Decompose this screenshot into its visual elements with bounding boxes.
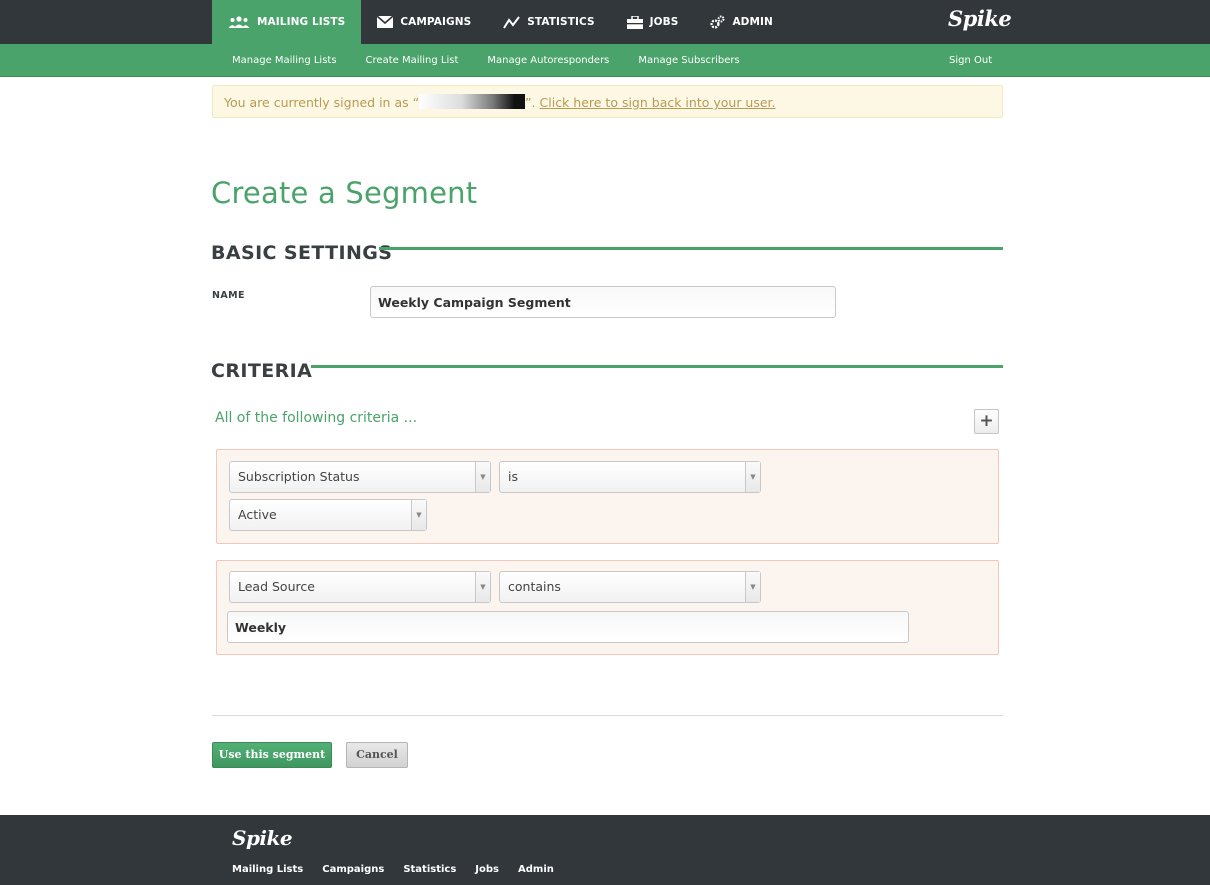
subnav-manage-subscribers[interactable]: Manage Subscribers [638, 55, 739, 66]
notice-prefix: You are currently signed in as “ [224, 95, 420, 110]
criterion-field-select[interactable]: Lead Source ▼ [229, 571, 491, 603]
chevron-down-icon: ▼ [475, 572, 490, 602]
redacted-username [419, 94, 526, 109]
select-value: contains [508, 579, 561, 594]
name-label: NAME [212, 290, 245, 301]
criterion-value-select[interactable]: Active ▼ [229, 499, 427, 531]
footer-link-mailing-lists[interactable]: Mailing Lists [232, 864, 303, 875]
nav-jobs[interactable]: JOBS [611, 0, 695, 44]
criteria-heading: CRITERIA [211, 360, 313, 382]
select-value: is [508, 469, 518, 484]
criterion-operator-select[interactable]: contains ▼ [499, 571, 761, 603]
footer: Spike Mailing Lists Campaigns Statistics… [0, 815, 1210, 885]
chevron-down-icon: ▼ [745, 462, 760, 492]
footer-link-statistics[interactable]: Statistics [403, 864, 456, 875]
sub-nav: Manage Mailing Lists Create Mailing List… [232, 44, 769, 77]
top-navbar: MAILING LISTS CAMPAIGNS STATISTICS JOBS [0, 0, 1210, 44]
footer-link-jobs[interactable]: Jobs [475, 864, 499, 875]
section-divider [379, 247, 1003, 250]
briefcase-icon [626, 15, 643, 29]
sign-out-link[interactable]: Sign Out [949, 55, 992, 66]
add-criterion-button[interactable]: + [974, 409, 999, 434]
select-value: Lead Source [238, 579, 315, 594]
nav-label: ADMIN [732, 16, 773, 28]
criterion-row: Subscription Status ▼ is ▼ Active ▼ [216, 449, 999, 544]
select-value: Subscription Status [238, 469, 360, 484]
gears-icon [710, 15, 725, 29]
nav-campaigns[interactable]: CAMPAIGNS [361, 0, 487, 44]
nav-label: MAILING LISTS [257, 16, 346, 28]
main-nav: MAILING LISTS CAMPAIGNS STATISTICS JOBS [212, 0, 789, 44]
nav-label: JOBS [649, 16, 679, 28]
subnav-manage-autoresponders[interactable]: Manage Autoresponders [487, 55, 609, 66]
nav-mailing-lists[interactable]: MAILING LISTS [212, 0, 362, 44]
chevron-down-icon: ▼ [745, 572, 760, 602]
sign-back-in-link[interactable]: Click here to sign back into your user. [540, 95, 776, 110]
subnav-manage-mailing-lists[interactable]: Manage Mailing Lists [232, 55, 337, 66]
footer-nav: Mailing Lists Campaigns Statistics Jobs … [232, 864, 573, 875]
nav-label: CAMPAIGNS [400, 16, 472, 28]
nav-admin[interactable]: ADMIN [694, 0, 789, 44]
logo[interactable]: Spike [948, 6, 1012, 31]
select-value: Active [238, 507, 277, 522]
cancel-button[interactable]: Cancel [346, 742, 408, 768]
chevron-down-icon: ▼ [411, 500, 426, 530]
notice-suffix: ”. [525, 95, 540, 110]
criteria-intro: All of the following criteria ... [215, 410, 418, 426]
basic-settings-heading: BASIC SETTINGS [211, 242, 393, 264]
sub-navbar: Manage Mailing Lists Create Mailing List… [0, 44, 1210, 77]
criterion-row: Lead Source ▼ contains ▼ [216, 560, 999, 655]
subnav-create-mailing-list[interactable]: Create Mailing List [366, 55, 459, 66]
signed-in-notice: You are currently signed in as “ ”. Click… [212, 85, 1003, 118]
nav-label: STATISTICS [527, 16, 595, 28]
criterion-value-input[interactable] [227, 611, 909, 643]
nav-statistics[interactable]: STATISTICS [487, 0, 610, 44]
footer-logo[interactable]: Spike [232, 826, 293, 850]
criterion-field-select[interactable]: Subscription Status ▼ [229, 461, 491, 493]
footer-link-campaigns[interactable]: Campaigns [322, 864, 384, 875]
chart-line-icon [503, 15, 521, 29]
chevron-down-icon: ▼ [475, 462, 490, 492]
criterion-operator-select[interactable]: is ▼ [499, 461, 761, 493]
footer-link-admin[interactable]: Admin [518, 864, 554, 875]
segment-name-input[interactable] [370, 286, 836, 318]
form-divider [212, 715, 1003, 716]
envelope-icon [377, 16, 394, 28]
page-title: Create a Segment [211, 176, 478, 210]
use-segment-button[interactable]: Use this segment [212, 742, 332, 768]
users-icon [228, 16, 250, 28]
section-divider [311, 365, 1003, 368]
